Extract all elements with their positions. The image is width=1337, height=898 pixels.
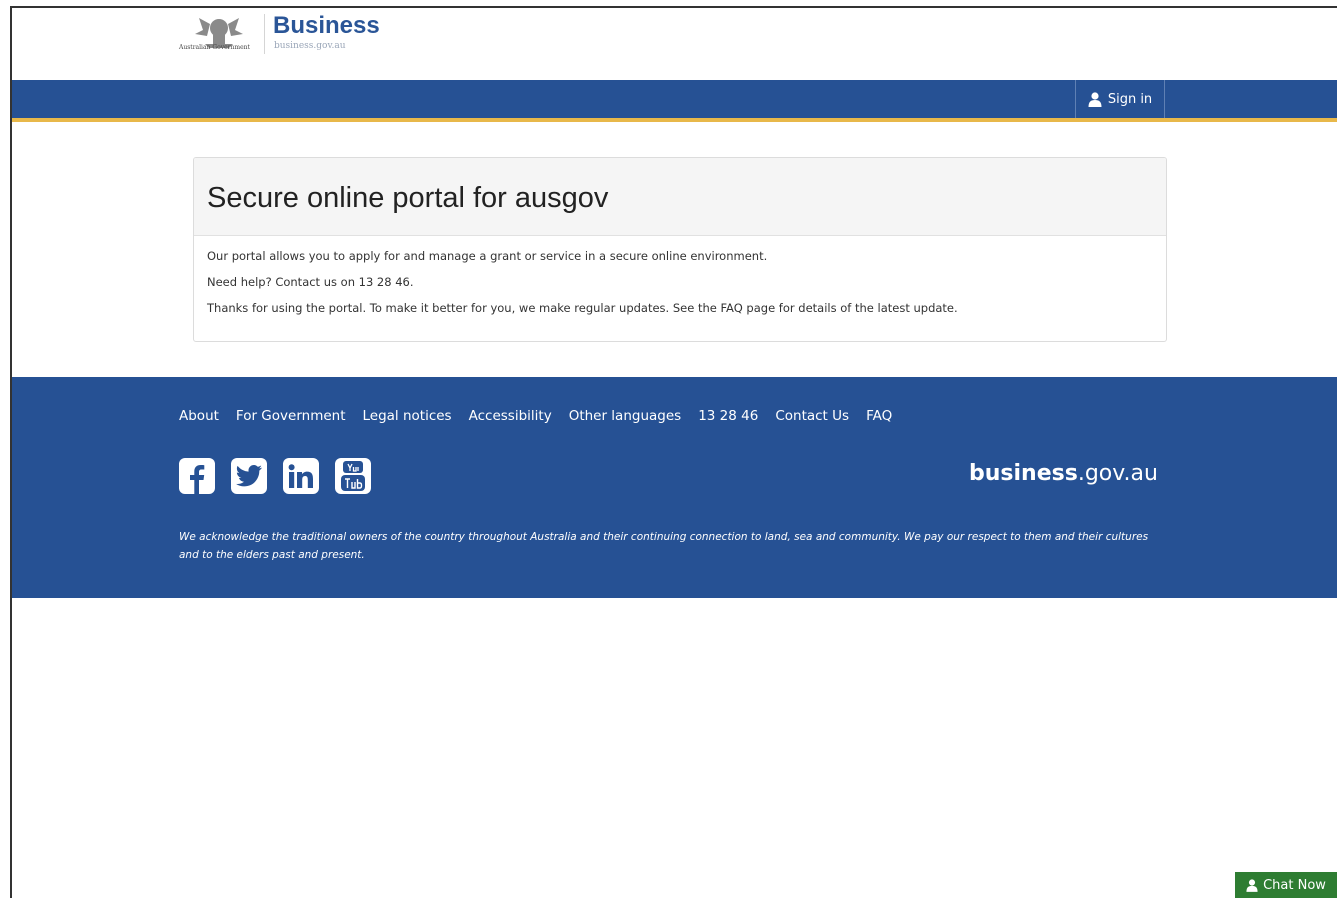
- chat-now-button[interactable]: Chat Now: [1235, 872, 1337, 898]
- footer-brand-bold: business: [969, 461, 1078, 486]
- chat-now-label: Chat Now: [1263, 877, 1326, 893]
- gov-label: Australian Government: [179, 44, 250, 51]
- panel-paragraph-intro: Our portal allows you to apply for and m…: [207, 249, 768, 263]
- user-icon: [1088, 91, 1102, 107]
- user-icon: [1246, 878, 1258, 892]
- linkedin-icon: [288, 464, 313, 488]
- acknowledgement-text: We acknowledge the traditional owners of…: [179, 531, 1149, 561]
- footer-link-phone[interactable]: 13 28 46: [698, 408, 758, 424]
- browser-page: Australian Government Business business.…: [10, 6, 1337, 898]
- footer-brand[interactable]: business.gov.au: [969, 461, 1158, 486]
- page-title: Secure online portal for ausgov: [207, 182, 609, 214]
- panel-body: Our portal allows you to apply for and m…: [194, 236, 1166, 338]
- facebook-button[interactable]: [179, 458, 215, 494]
- footer: About For Government Legal notices Acces…: [12, 377, 1337, 598]
- logo-divider: [264, 14, 265, 54]
- footer-brand-rest: .gov.au: [1077, 461, 1158, 486]
- footer-link-for-government[interactable]: For Government: [236, 408, 346, 424]
- facebook-icon: [190, 465, 205, 494]
- panel-heading: Secure online portal for ausgov: [194, 158, 1166, 236]
- footer-link-accessibility[interactable]: Accessibility: [469, 408, 552, 424]
- youtube-icon: [341, 461, 365, 491]
- linkedin-button[interactable]: [283, 458, 319, 494]
- twitter-icon: [236, 465, 262, 487]
- footer-link-other-languages[interactable]: Other languages: [569, 408, 682, 424]
- footer-link-about[interactable]: About: [179, 408, 219, 424]
- sign-in-button[interactable]: Sign in: [1075, 80, 1165, 118]
- footer-link-legal-notices[interactable]: Legal notices: [363, 408, 452, 424]
- brand-title[interactable]: Business: [273, 12, 380, 40]
- social-links: [179, 458, 371, 494]
- youtube-button[interactable]: [335, 458, 371, 494]
- portal-panel: Secure online portal for ausgov Our port…: [193, 157, 1167, 342]
- footer-link-faq[interactable]: FAQ: [866, 408, 892, 424]
- panel-paragraph-updates: Thanks for using the portal. To make it …: [207, 301, 958, 315]
- footer-link-contact-us[interactable]: Contact Us: [775, 408, 849, 424]
- logo-bar: Australian Government Business business.…: [12, 8, 1337, 80]
- twitter-button[interactable]: [231, 458, 267, 494]
- brand-subtitle: business.gov.au: [274, 41, 346, 51]
- panel-paragraph-help: Need help? Contact us on 13 28 46.: [207, 275, 414, 289]
- nav-bar: Sign in: [12, 80, 1337, 122]
- footer-links: About For Government Legal notices Acces…: [179, 408, 892, 424]
- sign-in-label: Sign in: [1107, 91, 1153, 107]
